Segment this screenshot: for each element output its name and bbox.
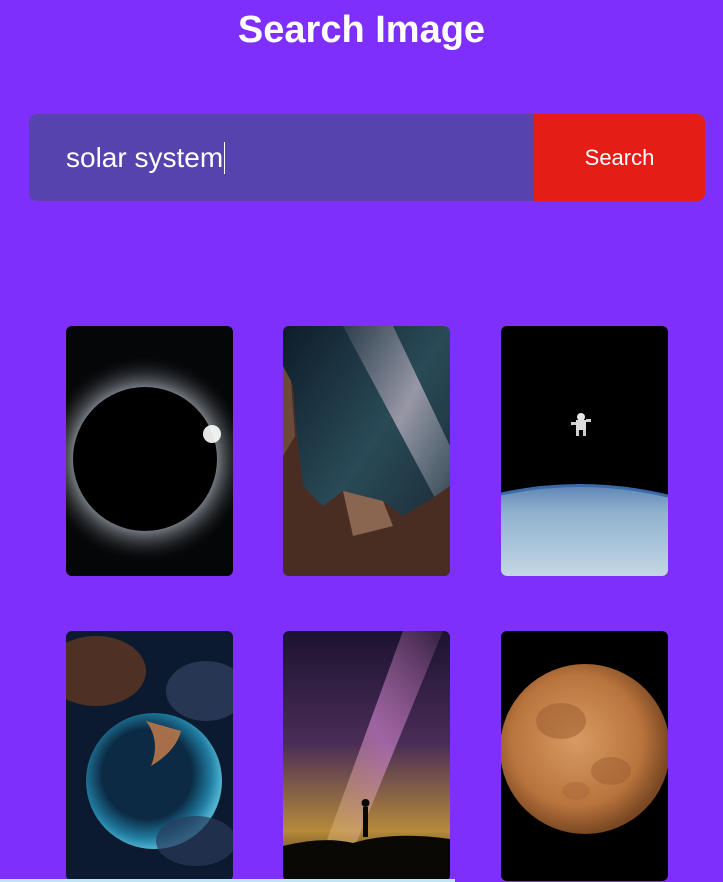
- search-input-value: solar system: [66, 141, 224, 173]
- bubble-nebula-image: [66, 631, 233, 881]
- result-image-nebula[interactable]: [66, 631, 233, 881]
- search-input[interactable]: solar system: [29, 114, 534, 201]
- search-button[interactable]: Search: [534, 114, 705, 201]
- result-image-moon[interactable]: [501, 631, 668, 881]
- milky-way-canyon-image: [283, 326, 450, 576]
- text-caret: [224, 141, 226, 174]
- result-image-eclipse[interactable]: [66, 326, 233, 576]
- result-image-starry-sky[interactable]: [283, 631, 450, 881]
- result-image-milky-way[interactable]: [283, 326, 450, 576]
- orange-moon-image: [501, 631, 668, 881]
- solar-eclipse-image: [66, 326, 233, 576]
- astronaut-over-earth-image: [501, 326, 668, 576]
- starry-sky-silhouette-image: [283, 631, 450, 881]
- result-image-astronaut[interactable]: [501, 326, 668, 576]
- search-bar: solar system Search: [29, 114, 705, 201]
- page-title: Search Image: [237, 9, 486, 51]
